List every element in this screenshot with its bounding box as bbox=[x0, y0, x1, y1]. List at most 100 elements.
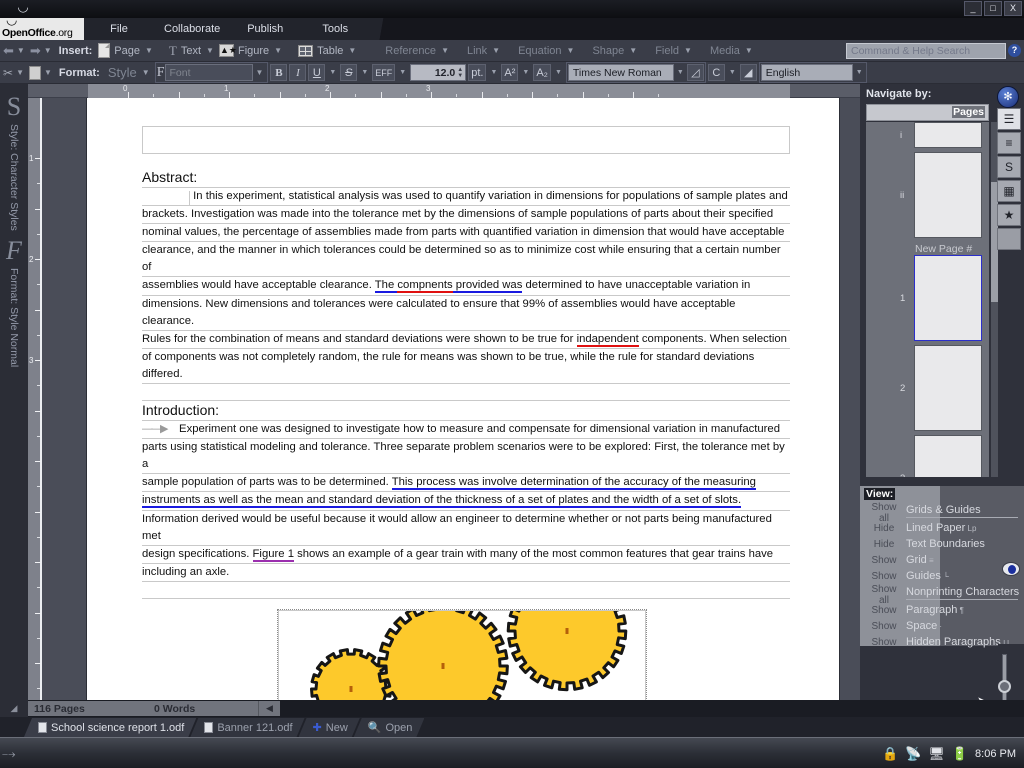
insert-equation-dropdown-icon[interactable]: ▼ bbox=[566, 46, 578, 55]
insert-link-label[interactable]: Link bbox=[465, 45, 489, 57]
view-option-row[interactable]: Hide Lined Paper Lp bbox=[864, 522, 1022, 537]
paragraph-format-label[interactable]: Format: Style Normal bbox=[8, 268, 20, 367]
figure-icon[interactable]: ▲★ bbox=[218, 44, 237, 57]
outline-view-icon[interactable]: ≡ bbox=[997, 132, 1021, 154]
size-unit-button[interactable]: pt. bbox=[468, 64, 487, 81]
page-thumbnail[interactable] bbox=[914, 122, 982, 148]
font-style-dropdown-icon[interactable]: ▼ bbox=[254, 68, 266, 77]
view-option-action[interactable]: Show all bbox=[864, 502, 904, 524]
navigate-by-selector[interactable]: Pages bbox=[866, 104, 989, 121]
document-canvas[interactable]: Abstract: In this experiment, statistica… bbox=[42, 98, 860, 701]
more-view-icon[interactable] bbox=[997, 228, 1021, 250]
back-dropdown-icon[interactable]: ▼ bbox=[16, 46, 28, 55]
document-page[interactable]: Abstract: In this experiment, statistica… bbox=[87, 98, 839, 701]
insert-figure-label[interactable]: Figure bbox=[236, 45, 271, 57]
doc-tab-open[interactable]: 🔍 Open bbox=[354, 718, 425, 737]
effects-button[interactable]: EFF bbox=[372, 64, 396, 81]
font-color-button[interactable]: C bbox=[707, 64, 725, 81]
command-help-search-input[interactable]: Command & Help Search bbox=[846, 42, 1006, 59]
tables-view-icon[interactable]: ▦ bbox=[997, 180, 1021, 202]
font-color-dropdown-icon[interactable]: ▼ bbox=[727, 69, 738, 76]
text-line[interactable]: including an axle. bbox=[142, 564, 790, 582]
style-dropdown-icon[interactable]: ▼ bbox=[141, 68, 153, 77]
view-option-label[interactable]: Text Boundaries bbox=[906, 538, 985, 550]
maximize-button[interactable]: □ bbox=[984, 1, 1002, 16]
page-thumbnail[interactable] bbox=[914, 345, 982, 431]
text-line[interactable]: parts using statistical modeling and tol… bbox=[142, 439, 790, 475]
figure-image[interactable] bbox=[278, 609, 646, 701]
page-thumbnail-item[interactable]: 3 bbox=[866, 435, 989, 477]
view-option-row[interactable]: Show Paragraph ¶ bbox=[864, 604, 1022, 619]
text-line[interactable]: clearance, and the manner in which toler… bbox=[142, 242, 790, 278]
figures-view-icon[interactable]: ★ bbox=[997, 204, 1021, 226]
insert-field-dropdown-icon[interactable]: ▼ bbox=[683, 46, 695, 55]
page-icon[interactable] bbox=[98, 43, 111, 58]
text-line[interactable]: of components was not completely random,… bbox=[142, 349, 790, 385]
view-option-row[interactable]: Show Guides └ bbox=[864, 570, 1022, 585]
document-body[interactable]: Abstract: In this experiment, statistica… bbox=[142, 126, 790, 701]
insert-media-label[interactable]: Media bbox=[708, 45, 742, 57]
doc-tab-school-science-report[interactable]: School science report 1.odf bbox=[24, 718, 196, 737]
insert-text-dropdown-icon[interactable]: ▼ bbox=[205, 46, 217, 55]
text-line[interactable]: Rules for the combination of means and s… bbox=[142, 331, 790, 349]
page-thumbnail-item[interactable]: ii bbox=[866, 152, 989, 242]
introduction-heading[interactable]: Introduction: bbox=[142, 401, 790, 422]
status-collapse-button[interactable]: ◀ bbox=[258, 701, 280, 716]
text-line[interactable]: design specifications. Figure 1 shows an… bbox=[142, 546, 790, 564]
view-option-label[interactable]: Guides └ bbox=[906, 570, 949, 582]
back-arrow-icon[interactable]: ⬅ bbox=[3, 44, 14, 57]
forward-dropdown-icon[interactable]: ▼ bbox=[43, 46, 55, 55]
battery-icon[interactable]: 🔋 bbox=[952, 747, 968, 760]
font-name-dropdown-icon[interactable]: ▼ bbox=[675, 69, 686, 76]
menu-item-tools[interactable]: Tools bbox=[300, 18, 370, 40]
insert-shape-dropdown-icon[interactable]: ▼ bbox=[628, 46, 640, 55]
text-line[interactable]: brackets. Investigation was made into th… bbox=[142, 206, 790, 225]
view-option-label[interactable]: Hidden Paragraphs ⊔ bbox=[906, 636, 1009, 648]
table-icon[interactable] bbox=[298, 44, 314, 57]
highlight-icon[interactable]: ◿ bbox=[686, 64, 704, 81]
insert-figure-dropdown-icon[interactable]: ▼ bbox=[273, 46, 285, 55]
menu-item-file[interactable]: File bbox=[84, 18, 154, 40]
insert-text-label[interactable]: Text bbox=[179, 45, 203, 57]
insert-table-label[interactable]: Table bbox=[315, 45, 345, 57]
page-thumbnail-list[interactable]: iiiNew Page #123 bbox=[866, 122, 989, 477]
cut-dropdown-icon[interactable]: ▼ bbox=[15, 68, 27, 77]
insert-page-label[interactable]: Page bbox=[112, 45, 142, 57]
clipboard-icon[interactable] bbox=[28, 65, 41, 80]
view-option-action[interactable]: Hide bbox=[864, 539, 904, 550]
view-option-action[interactable]: Show bbox=[864, 571, 904, 582]
insert-media-dropdown-icon[interactable]: ▼ bbox=[744, 46, 756, 55]
insert-link-dropdown-icon[interactable]: ▼ bbox=[491, 46, 503, 55]
status-corner-handle[interactable]: ◢ bbox=[0, 700, 28, 717]
clock-label[interactable]: 8:06 PM bbox=[975, 748, 1016, 760]
menu-item-collaborate[interactable]: Collaborate bbox=[154, 18, 230, 40]
abstract-paragraph[interactable]: In this experiment, statistical analysis… bbox=[142, 188, 790, 385]
help-icon[interactable]: ? bbox=[1008, 44, 1021, 57]
view-option-label[interactable]: Space · bbox=[906, 620, 942, 632]
size-unit-dropdown-icon[interactable]: ▼ bbox=[488, 69, 499, 76]
text-line[interactable]: assemblies would have acceptable clearan… bbox=[142, 277, 790, 296]
view-option-action[interactable]: Show bbox=[864, 605, 904, 616]
openoffice-logo[interactable]: ◡ OpenOffice.org bbox=[0, 12, 84, 40]
insert-table-dropdown-icon[interactable]: ▼ bbox=[347, 46, 359, 55]
subscript-button[interactable]: A₂ bbox=[533, 64, 551, 81]
bold-button[interactable]: B bbox=[270, 64, 288, 81]
insert-field-label[interactable]: Field bbox=[653, 45, 681, 57]
figure-frame[interactable]: Figure 1 - Gear train with 3 gears bbox=[277, 608, 647, 701]
text-line[interactable]: ——▶ Experiment one was designed to inves… bbox=[142, 421, 790, 440]
view-option-row[interactable]: Show all Nonprinting Characters bbox=[864, 584, 1022, 606]
underline-button[interactable]: U bbox=[308, 64, 326, 81]
styles-view-icon[interactable]: S bbox=[997, 156, 1021, 178]
language-select[interactable]: English bbox=[760, 64, 853, 81]
lock-icon[interactable]: 🔒 bbox=[882, 747, 898, 760]
strikethrough-button[interactable]: S bbox=[340, 64, 358, 81]
menu-item-publish[interactable]: Publish bbox=[230, 18, 300, 40]
character-style-label[interactable]: Style: Character Styles bbox=[8, 124, 20, 231]
view-option-label[interactable]: Lined Paper Lp bbox=[906, 522, 976, 534]
text-icon[interactable]: T bbox=[169, 43, 177, 59]
italic-button[interactable]: I bbox=[289, 64, 307, 81]
view-option-label[interactable]: Nonprinting Characters bbox=[906, 586, 1019, 598]
font-size-stepper[interactable]: ▲ ▼ bbox=[455, 67, 463, 79]
paste-dropdown-icon[interactable]: ▼ bbox=[43, 68, 55, 77]
language-dropdown-icon[interactable]: ▼ bbox=[854, 69, 865, 76]
